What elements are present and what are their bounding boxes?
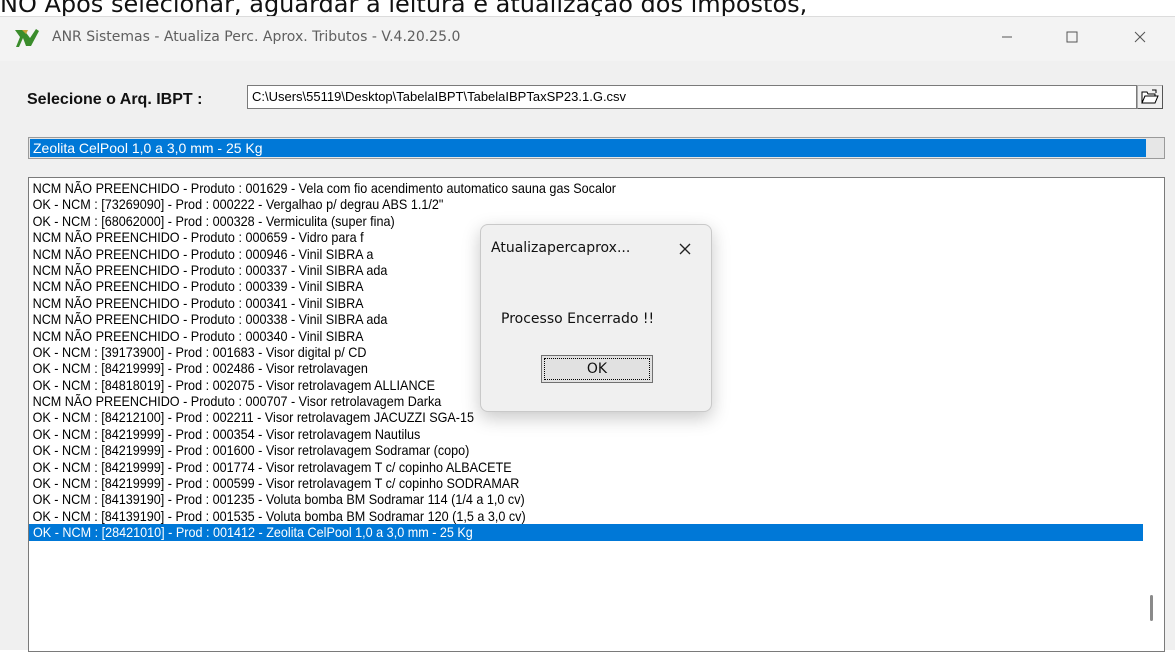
progress-bar: Zeolita CelPool 1,0 a 3,0 mm - 25 Kg (28, 137, 1165, 159)
log-row-text: OK - NCM : [84818019] - Prod : 002075 - … (32, 376, 436, 393)
log-row-text: OK - NCM : [68062000] - Prod : 000328 - … (32, 212, 395, 229)
app-logo-icon (15, 29, 39, 47)
log-row[interactable]: OK - NCM : [84139190] - Prod : 001535 - … (29, 507, 1164, 524)
log-row-text: NCM NÃO PREENCHIDO - Produto : 000341 - … (32, 294, 364, 311)
maximize-button[interactable] (1050, 17, 1094, 57)
browse-button[interactable] (1137, 85, 1163, 109)
ibpt-path-input[interactable]: C:\Users\55119\Desktop\TabelaIBPT\Tabela… (247, 85, 1137, 109)
log-row[interactable]: NCM NÃO PREENCHIDO - Produto : 001629 - … (29, 180, 1164, 196)
close-icon (679, 243, 691, 255)
message-dialog: Atualizapercaprox... Processo Encerrado … (480, 224, 712, 412)
close-button[interactable] (1118, 17, 1162, 57)
dialog-ok-button[interactable]: OK (541, 355, 653, 383)
log-row-text: OK - NCM : [84139190] - Prod : 001235 - … (32, 491, 525, 508)
log-row-text: OK - NCM : [84212100] - Prod : 002211 - … (32, 409, 475, 426)
log-row[interactable]: OK - NCM : [84219999] - Prod : 000354 - … (29, 425, 1164, 442)
folder-open-icon (1141, 89, 1159, 104)
log-row-text: OK - NCM : [84219999] - Prod : 002486 - … (32, 360, 368, 377)
log-scrollbar-thumb[interactable] (1150, 595, 1153, 621)
log-row-text: NCM NÃO PREENCHIDO - Produto : 000338 - … (32, 311, 388, 328)
log-row-text: NCM NÃO PREENCHIDO - Produto : 000707 - … (32, 393, 442, 410)
log-row-text: NCM NÃO PREENCHIDO - Produto : 000339 - … (32, 278, 364, 295)
log-row-text: OK - NCM : [84219999] - Prod : 001600 - … (32, 442, 470, 459)
log-row-text: OK - NCM : [84219999] - Prod : 000599 - … (32, 475, 520, 492)
select-file-label: Selecione o Arq. IBPT : (27, 91, 203, 108)
log-row-text: NCM NÃO PREENCHIDO - Produto : 001629 - … (32, 180, 616, 196)
window-title: ANR Sistemas - Atualiza Perc. Aprox. Tri… (52, 29, 461, 45)
log-row-selected[interactable]: OK - NCM : [28421010] - Prod : 001412 - … (29, 524, 1143, 541)
log-row-text: OK - NCM : [84219999] - Prod : 000354 - … (32, 425, 421, 442)
dialog-title: Atualizapercaprox... (491, 240, 631, 256)
log-row-text: OK - NCM : [39173900] - Prod : 001683 - … (32, 343, 367, 360)
minimize-button[interactable] (985, 17, 1029, 57)
dialog-message: Processo Encerrado !! (501, 311, 655, 327)
log-row-text: OK - NCM : [84219999] - Prod : 001774 - … (32, 458, 512, 475)
title-bar[interactable]: ANR Sistemas - Atualiza Perc. Aprox. Tri… (0, 17, 1175, 61)
log-row-text: OK - NCM : [28421010] - Prod : 001412 - … (33, 524, 473, 541)
log-row[interactable]: OK - NCM : [84219999] - Prod : 000599 - … (29, 475, 1164, 492)
minimize-icon (1002, 36, 1012, 38)
log-row-text: NCM NÃO PREENCHIDO - Produto : 000337 - … (32, 261, 388, 278)
log-row[interactable]: OK - NCM : [84219999] - Prod : 001600 - … (29, 442, 1164, 459)
log-row[interactable]: OK - NCM : [84219999] - Prod : 001774 - … (29, 458, 1164, 475)
caption-text: NO Após selecionar, aguardar a leitura e… (0, 0, 808, 16)
maximize-icon (1066, 31, 1078, 43)
log-row-text: NCM NÃO PREENCHIDO - Produto : 000340 - … (32, 327, 364, 344)
log-row[interactable]: OK - NCM : [73269090] - Prod : 000222 - … (29, 196, 1164, 213)
log-row-text: NCM NÃO PREENCHIDO - Produto : 000946 - … (32, 245, 374, 262)
close-icon (1134, 31, 1146, 43)
log-row[interactable]: OK - NCM : [84139190] - Prod : 001235 - … (29, 491, 1164, 508)
log-row-text: NCM NÃO PREENCHIDO - Produto : 000659 - … (32, 229, 364, 246)
progress-item-text: Zeolita CelPool 1,0 a 3,0 mm - 25 Kg (33, 140, 263, 156)
log-row-text: OK - NCM : [84139190] - Prod : 001535 - … (32, 507, 526, 524)
dialog-close-button[interactable] (671, 235, 699, 263)
log-row-text: OK - NCM : [73269090] - Prod : 000222 - … (32, 196, 444, 213)
